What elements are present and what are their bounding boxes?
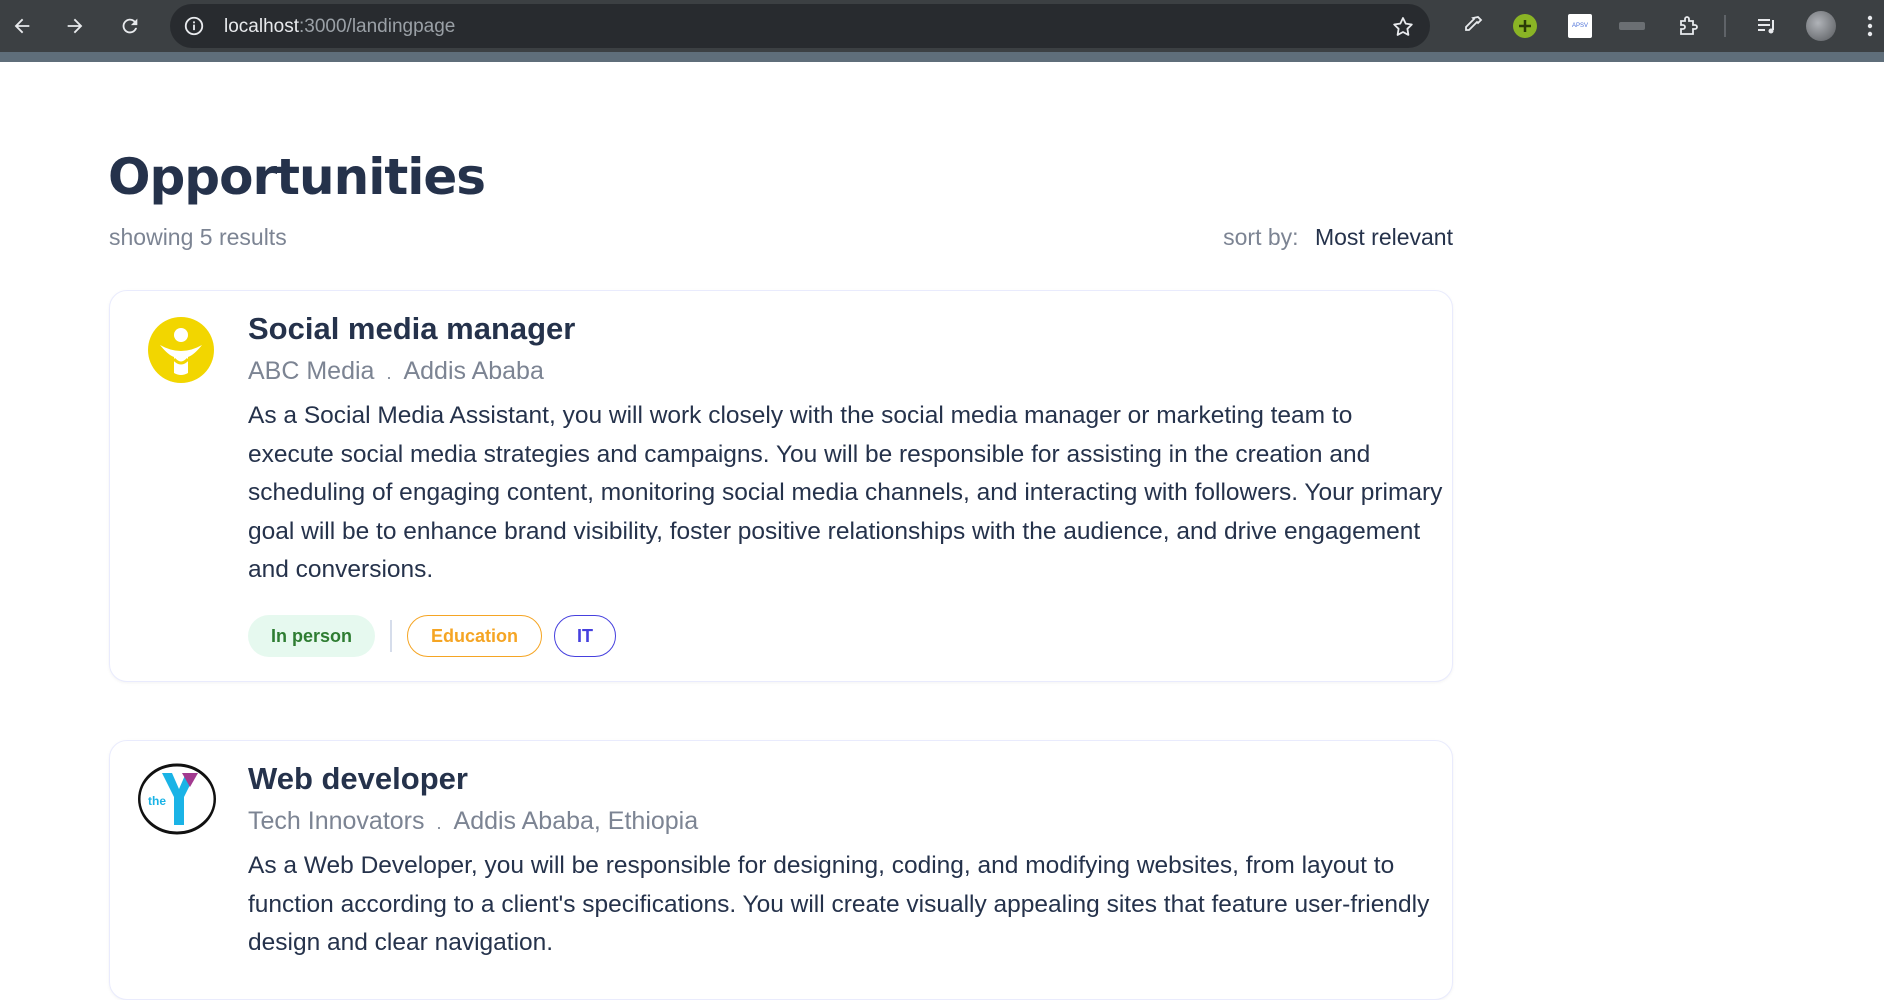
bookmark-star-icon[interactable] (1390, 14, 1416, 40)
add-extension-icon[interactable] (1510, 11, 1540, 41)
job-title[interactable]: Web developer (248, 761, 468, 797)
url-host: localhost (224, 16, 299, 37)
eyedropper-extension-icon[interactable] (1457, 11, 1487, 41)
job-title[interactable]: Social media manager (248, 311, 575, 347)
grey-extension-icon[interactable] (1617, 11, 1647, 41)
company-logo (146, 315, 216, 385)
tag-education: Education (407, 615, 543, 657)
media-queue-icon[interactable] (1752, 11, 1782, 41)
meta-separator: . (386, 363, 392, 383)
site-info-icon[interactable] (182, 14, 206, 38)
company-name: Tech Innovators (248, 807, 425, 835)
results-count: showing 5 results (109, 224, 287, 250)
puzzle-extensions-icon[interactable] (1673, 11, 1703, 41)
job-card[interactable]: Social media manager ABC Media. Addis Aba… (109, 290, 1453, 682)
job-description: As a Web Developer, you will be responsi… (248, 852, 1430, 956)
profile-avatar[interactable] (1805, 11, 1837, 41)
address-bar[interactable]: localhost:3000/landingpage (170, 4, 1430, 48)
job-meta: ABC Media. Addis Ababa (248, 357, 544, 386)
browser-toolbar: localhost:3000/landingpage APSV (0, 0, 1884, 62)
job-description: As a Social Media Assistant, you will wo… (248, 402, 1443, 583)
kebab-menu-icon[interactable] (1862, 11, 1878, 41)
job-tags: In person Education IT (248, 615, 617, 657)
url-text[interactable]: localhost:3000/landingpage (224, 16, 455, 38)
back-arrow-icon[interactable] (6, 10, 38, 42)
forward-arrow-icon[interactable] (59, 10, 91, 42)
url-path: :3000/landingpage (299, 16, 456, 37)
job-location: Addis Ababa (403, 357, 544, 385)
reload-icon[interactable] (114, 10, 146, 42)
sort-label: sort by: (1223, 224, 1299, 250)
company-logo: the (138, 763, 216, 835)
job-card[interactable]: the Web developer Tech Innovators. Addis … (109, 740, 1453, 1000)
tag-it: IT (554, 615, 617, 657)
toolbar-divider (1724, 15, 1726, 37)
tag-in-person: In person (248, 615, 376, 657)
sort-control[interactable]: sort by: Most relevant (1223, 224, 1453, 251)
sort-dropdown[interactable]: Most relevant (1315, 224, 1453, 250)
logo-text: the (148, 794, 166, 808)
meta-separator: . (436, 813, 442, 833)
job-meta: Tech Innovators. Addis Ababa, Ethiopia (248, 807, 698, 836)
page-title: Opportunities (108, 148, 486, 206)
apsv-extension-icon[interactable]: APSV (1566, 11, 1594, 41)
job-location: Addis Ababa, Ethiopia (453, 807, 699, 835)
tag-divider (390, 620, 393, 652)
company-name: ABC Media (248, 357, 375, 385)
